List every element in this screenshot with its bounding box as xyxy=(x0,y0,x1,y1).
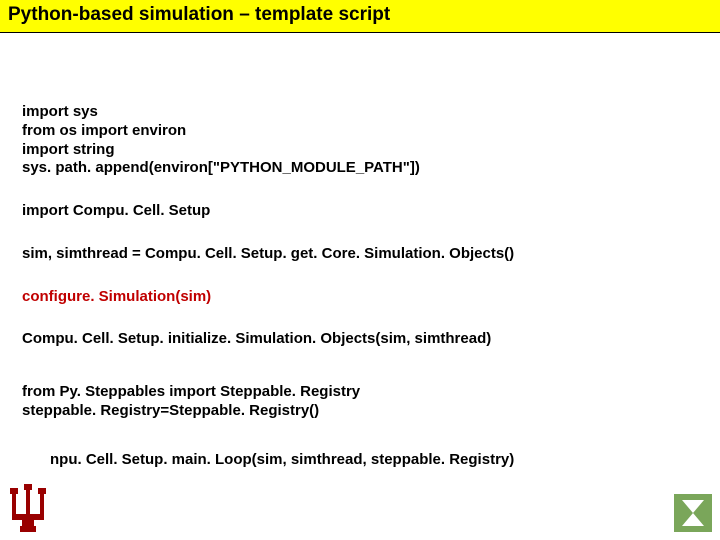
title-bar: Python-based simulation – template scrip… xyxy=(0,0,720,33)
code-line: from os import environ xyxy=(22,122,698,141)
code-line: steppable. Registry=Steppable. Registry(… xyxy=(22,402,698,421)
code-block-import-setup: import Compu. Cell. Setup xyxy=(22,202,698,221)
content-area: import sys from os import environ import… xyxy=(0,33,720,469)
iu-logo xyxy=(6,482,50,534)
code-line: import string xyxy=(22,141,698,160)
code-block-initialize: Compu. Cell. Setup. initialize. Simulati… xyxy=(22,330,698,349)
slide: Python-based simulation – template scrip… xyxy=(0,0,720,540)
code-line: import Compu. Cell. Setup xyxy=(22,202,698,221)
code-block-get-objects: sim, simthread = Compu. Cell. Setup. get… xyxy=(22,245,698,264)
code-line: sys. path. append(environ["PYTHON_MODULE… xyxy=(22,159,698,178)
code-line: Compu. Cell. Setup. initialize. Simulati… xyxy=(22,330,698,349)
code-line: sim, simthread = Compu. Cell. Setup. get… xyxy=(22,245,698,264)
code-block-mainloop: npu. Cell. Setup. main. Loop(sim, simthr… xyxy=(22,451,698,470)
hourglass-logo xyxy=(674,494,712,532)
code-block-imports: import sys from os import environ import… xyxy=(22,103,698,178)
code-line: import sys xyxy=(22,103,698,122)
slide-title: Python-based simulation – template scrip… xyxy=(8,4,390,25)
code-block-steppables: from Py. Steppables import Steppable. Re… xyxy=(22,383,698,421)
code-line: npu. Cell. Setup. main. Loop(sim, simthr… xyxy=(50,451,698,470)
code-block-configure: configure. Simulation(sim) xyxy=(22,288,698,307)
code-line-highlight: configure. Simulation(sim) xyxy=(22,288,698,307)
code-line: from Py. Steppables import Steppable. Re… xyxy=(22,383,698,402)
